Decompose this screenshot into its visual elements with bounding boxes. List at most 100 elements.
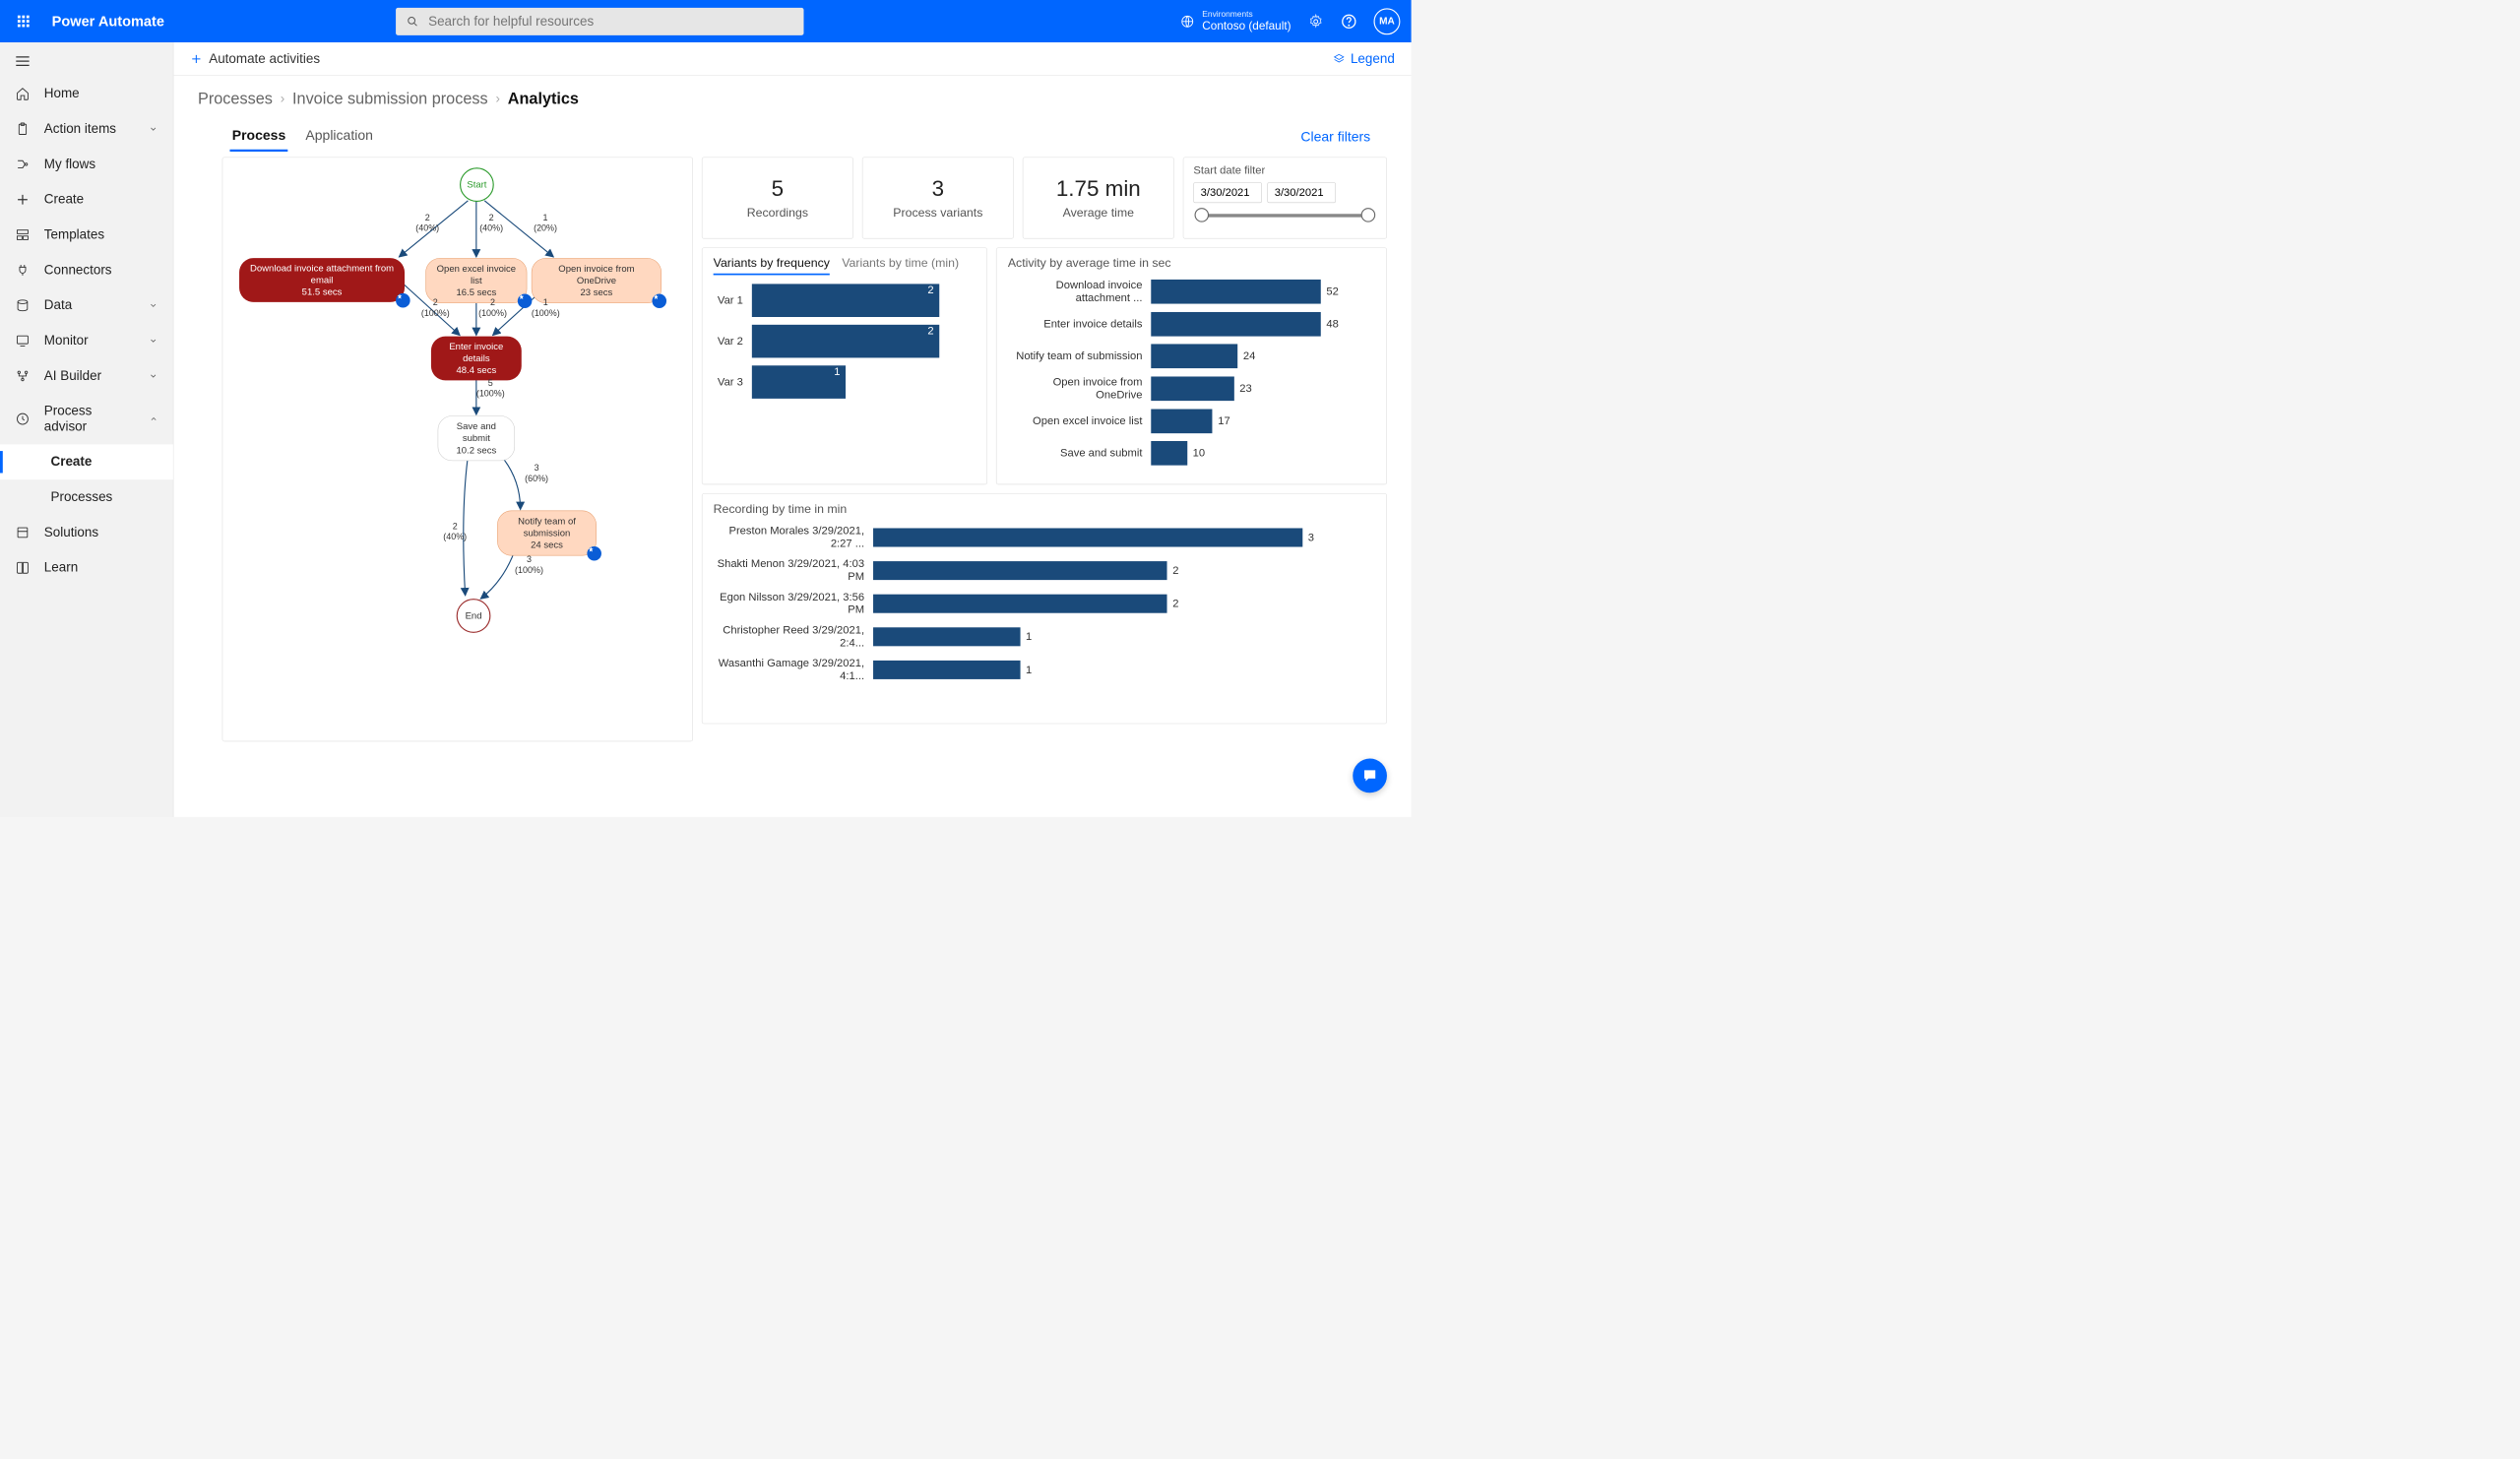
breadcrumb-process-name[interactable]: Invoice submission process (292, 90, 488, 107)
tab-variants-frequency[interactable]: Variants by frequency (714, 256, 830, 276)
top-header: Power Automate Environments Contoso (def… (0, 0, 1412, 42)
slider-thumb-left[interactable] (1195, 208, 1210, 222)
chart-bar[interactable]: Wasanthi Gamage 3/29/2021, 4:1...1 (714, 658, 1376, 683)
activity-panel: Activity by average time in sec Download… (996, 247, 1387, 484)
chat-icon (1361, 768, 1378, 785)
automation-badge-icon (518, 293, 533, 308)
tab-application[interactable]: Application (303, 122, 375, 152)
flow-icon (16, 158, 31, 172)
bar-label: Enter invoice details (1008, 318, 1152, 331)
bar-value: 1 (1026, 664, 1032, 676)
settings-button[interactable] (1307, 13, 1324, 30)
waffle-icon (18, 16, 30, 28)
home-icon (16, 87, 31, 101)
app-launcher-button[interactable] (11, 9, 35, 33)
nav-collapse-button[interactable] (0, 49, 173, 76)
nav-data[interactable]: Data (0, 287, 173, 323)
chart-bar[interactable]: Shakti Menon 3/29/2021, 4:03 PM2 (714, 558, 1376, 584)
search-box[interactable] (396, 8, 803, 35)
breadcrumb-processes[interactable]: Processes (198, 90, 273, 107)
environment-picker[interactable]: Environments Contoso (default) (1180, 9, 1292, 32)
nav-ai-builder[interactable]: AI Builder (0, 358, 173, 394)
bar-fill: 2 (752, 284, 939, 317)
flowchart-node-onedrive[interactable]: Open invoice from OneDrive23 secs (532, 258, 662, 303)
help-button[interactable] (1341, 13, 1357, 30)
environment-label: Environments (1202, 9, 1291, 19)
recording-chart[interactable]: Preston Morales 3/29/2021, 2:27 ...3 Shak… (714, 525, 1376, 682)
left-nav: Home Action items My flows Create Templa… (0, 42, 173, 817)
flowchart-node-save[interactable]: Save and submit10.2 secs (438, 415, 515, 461)
automate-activities-button[interactable]: Automate activities (190, 51, 320, 67)
chart-bar[interactable]: Enter invoice details48 (1008, 312, 1375, 337)
clear-filters-link[interactable]: Clear filters (1300, 129, 1370, 145)
edge-label: 3 (60%) (525, 463, 548, 483)
chat-button[interactable] (1353, 759, 1387, 793)
bar-fill (873, 661, 1020, 679)
bar-fill (873, 627, 1020, 646)
bar-value: 3 (1308, 532, 1314, 544)
nav-home[interactable]: Home (0, 76, 173, 111)
bar-value: 1 (834, 365, 840, 378)
chart-bar[interactable]: Open invoice from OneDrive23 (1008, 376, 1375, 402)
nav-process-advisor[interactable]: Process advisor (0, 394, 173, 445)
kpi-avgtime[interactable]: 1.75 min Average time (1023, 158, 1174, 239)
chart-bar[interactable]: Var 22 (714, 325, 976, 358)
breadcrumb-current: Analytics (508, 90, 579, 107)
search-input[interactable] (428, 14, 792, 30)
flowchart-node-enter[interactable]: Enter invoice details48.4 secs (431, 337, 522, 381)
slider-thumb-right[interactable] (1361, 208, 1376, 222)
bar-value: 2 (1172, 598, 1178, 610)
chart-bar[interactable]: Var 12 (714, 284, 976, 317)
nav-monitor[interactable]: Monitor (0, 323, 173, 358)
nav-templates[interactable]: Templates (0, 218, 173, 253)
flowchart-panel[interactable]: Start 2 (40%) 2 (40%) 1 (20%) Download i… (222, 158, 693, 742)
chart-bar[interactable]: Download invoice attachment ...52 (1008, 279, 1375, 304)
chart-bar[interactable]: Egon Nilsson 3/29/2021, 3:56 PM2 (714, 591, 1376, 616)
bar-label: Var 3 (714, 376, 752, 389)
nav-learn[interactable]: Learn (0, 550, 173, 586)
date-from-input[interactable] (1193, 182, 1261, 203)
tab-variants-time[interactable]: Variants by time (min) (842, 256, 959, 276)
date-to-input[interactable] (1267, 182, 1335, 203)
nav-solutions[interactable]: Solutions (0, 515, 173, 550)
kpi-variants[interactable]: 3 Process variants (862, 158, 1014, 239)
chart-bar[interactable]: Christopher Reed 3/29/2021, 2:4...1 (714, 624, 1376, 650)
process-advisor-icon (16, 412, 31, 426)
search-icon (407, 15, 418, 27)
activity-chart[interactable]: Download invoice attachment ...52 Enter i… (1008, 279, 1375, 465)
bar-fill (873, 528, 1302, 546)
tab-process[interactable]: Process (230, 122, 288, 152)
chart-bar[interactable]: Open excel invoice list17 (1008, 410, 1375, 434)
flowchart-node-download[interactable]: Download invoice attachment from email51… (239, 258, 405, 302)
user-avatar[interactable]: MA (1374, 8, 1401, 34)
nav-my-flows[interactable]: My flows (0, 147, 173, 182)
bar-fill (1151, 280, 1320, 304)
chart-bar[interactable]: Preston Morales 3/29/2021, 2:27 ...3 (714, 525, 1376, 550)
breadcrumb: Processes › Invoice submission process ›… (173, 76, 1411, 123)
variants-chart[interactable]: Var 12Var 22Var 31 (714, 284, 976, 398)
date-slider[interactable] (1199, 214, 1371, 217)
flowchart-start[interactable]: Start (460, 167, 494, 202)
nav-process-create[interactable]: Create (0, 444, 173, 479)
flowchart-node-excel[interactable]: Open excel invoice list16.5 secs (425, 258, 527, 303)
clipboard-icon (16, 122, 31, 137)
nav-create[interactable]: Create (0, 182, 173, 218)
flowchart-node-notify[interactable]: Notify team of submission24 secs (497, 511, 597, 556)
layers-icon (1333, 52, 1345, 64)
bar-value: 23 (1239, 382, 1251, 395)
chart-bar[interactable]: Notify team of submission24 (1008, 344, 1375, 368)
connector-icon (16, 263, 31, 278)
activity-panel-title: Activity by average time in sec (1008, 256, 1375, 271)
legend-button[interactable]: Legend (1333, 51, 1395, 67)
nav-processes[interactable]: Processes (0, 479, 173, 515)
automation-badge-icon (652, 293, 666, 308)
bar-label: Open excel invoice list (1008, 414, 1152, 427)
chart-bar[interactable]: Save and submit10 (1008, 441, 1375, 466)
nav-action-items[interactable]: Action items (0, 111, 173, 147)
flowchart-end[interactable]: End (457, 599, 491, 633)
bar-label: Var 2 (714, 335, 752, 348)
kpi-recordings[interactable]: 5 Recordings (702, 158, 853, 239)
chart-bar[interactable]: Var 3 1 (714, 365, 976, 399)
nav-connectors[interactable]: Connectors (0, 252, 173, 287)
bar-value: 10 (1193, 447, 1205, 460)
